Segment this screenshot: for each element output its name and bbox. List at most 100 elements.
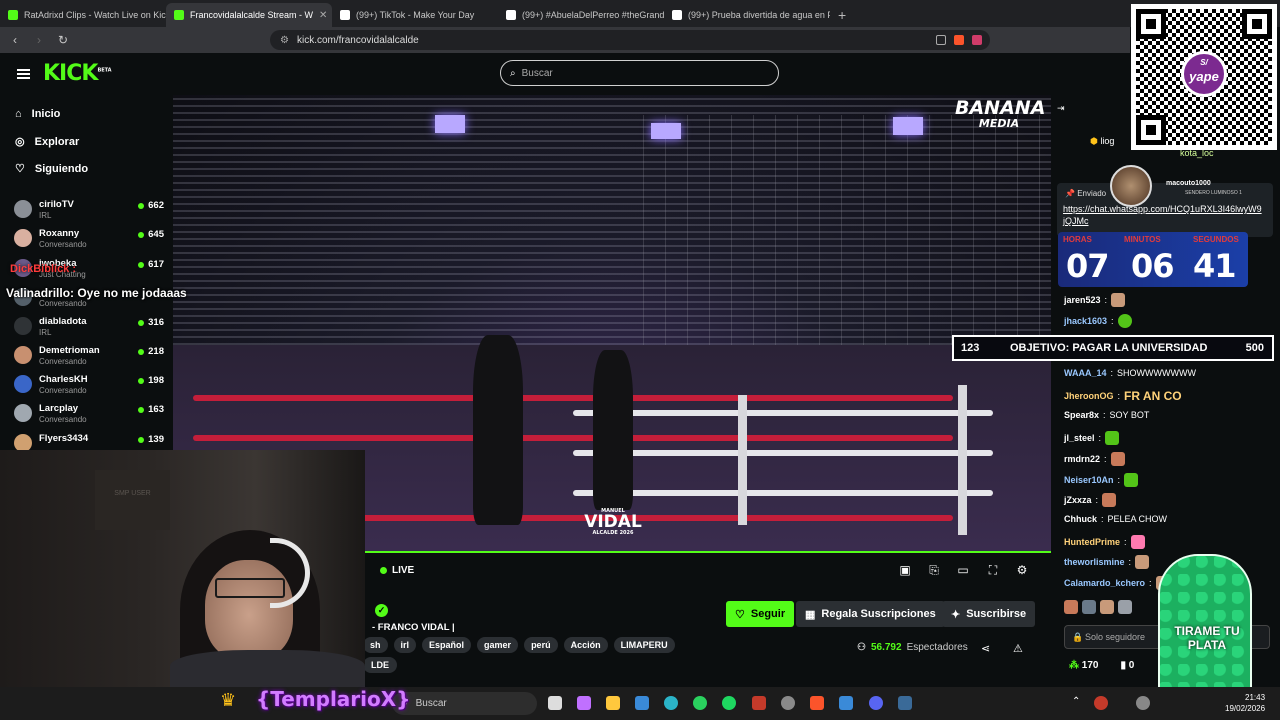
- tag[interactable]: LDE: [363, 657, 397, 673]
- taskbar-search[interactable]: ⌕ Buscar: [392, 692, 537, 715]
- file-explorer-icon[interactable]: [606, 696, 620, 710]
- settings-icon[interactable]: ⚙: [1015, 563, 1029, 577]
- follow-button[interactable]: ♡ Seguir: [726, 601, 795, 627]
- fullscreen-icon[interactable]: ⛶: [986, 563, 1000, 577]
- whatsapp-icon[interactable]: [693, 696, 707, 710]
- menu-icon[interactable]: [17, 69, 30, 79]
- app-icon[interactable]: [752, 696, 766, 710]
- screen: RatAdrixd Clips - Watch Live on Kick Fra…: [0, 0, 1280, 720]
- channel-category: Conversando: [39, 357, 87, 366]
- nav-explorar[interactable]: ◎ Explorar: [15, 135, 79, 149]
- gift-subs-button[interactable]: ▦ Regala Suscripciones: [796, 601, 945, 627]
- store-icon[interactable]: [635, 696, 649, 710]
- share-icon[interactable]: ⋖: [981, 642, 990, 655]
- qr-pattern: S/yape: [1136, 9, 1272, 145]
- badge-value: 0: [1128, 660, 1135, 671]
- viewer-count: 617: [138, 259, 164, 270]
- emote-icon[interactable]: [1100, 600, 1114, 614]
- site-info-icon[interactable]: ⚙: [280, 35, 289, 46]
- tag[interactable]: irl: [393, 637, 417, 653]
- channel-item[interactable]: Roxanny Conversando 645: [14, 226, 164, 254]
- tag[interactable]: sh: [363, 637, 388, 653]
- tag[interactable]: perú: [524, 637, 558, 653]
- pip-icon[interactable]: ▣: [898, 563, 912, 577]
- browser-tab-1[interactable]: RatAdrixd Clips - Watch Live on Kick: [0, 3, 166, 27]
- browser-tab-5[interactable]: (99+) Prueba divertida de agua en Pe: [664, 3, 830, 27]
- kick-logo[interactable]: KICKBETA: [43, 61, 112, 86]
- clip-icon[interactable]: ⎘: [927, 563, 941, 577]
- back-icon[interactable]: ‹: [8, 33, 22, 47]
- progress-bar[interactable]: [365, 551, 1051, 553]
- channel-category: Conversando: [39, 299, 87, 308]
- clock-time: 21:43: [1245, 693, 1266, 702]
- channel-item[interactable]: Larcplay Conversando 163: [14, 401, 164, 429]
- chat-username[interactable]: jl_steel: [1064, 433, 1095, 443]
- chat-username[interactable]: HuntedPrime: [1064, 537, 1120, 547]
- mic-muted-icon[interactable]: [1136, 696, 1150, 710]
- tray-chevron-icon[interactable]: ⌃: [1072, 696, 1086, 710]
- chat-username[interactable]: Neiser10An: [1064, 475, 1114, 485]
- browser-tab-2[interactable]: Francovidalalcalde Stream - W ✕: [166, 3, 332, 27]
- chat-username[interactable]: JheroonOG: [1064, 391, 1114, 401]
- ring-rope: [193, 435, 953, 441]
- emote-icon[interactable]: [1082, 600, 1096, 614]
- notepad-icon[interactable]: [839, 696, 853, 710]
- close-tab-icon[interactable]: ✕: [319, 10, 327, 21]
- channel-item[interactable]: Demetrioman Conversando 218: [14, 343, 164, 371]
- ring-post: [958, 385, 967, 535]
- forward-icon[interactable]: ›: [32, 33, 46, 47]
- collapse-chat-icon[interactable]: ⇥: [1057, 103, 1065, 114]
- emote-icon[interactable]: [1118, 600, 1132, 614]
- nav-siguiendo[interactable]: ♡ Siguiendo: [15, 162, 88, 176]
- system-clock[interactable]: 21:43 19/02/2026: [1225, 692, 1265, 714]
- tag[interactable]: Español: [422, 637, 472, 653]
- heart-icon: ♡: [735, 608, 745, 621]
- browser-tab-4[interactable]: (99+) #AbuelaDelPerreo #theGrandm: [498, 3, 664, 27]
- tag[interactable]: Acción: [563, 637, 608, 653]
- steam-icon[interactable]: [898, 696, 912, 710]
- channel-item[interactable]: diabladota IRL 316: [14, 314, 164, 342]
- copilot-icon[interactable]: [577, 696, 591, 710]
- chat-username[interactable]: jhack1603: [1064, 316, 1107, 326]
- chat-message: HuntedPrime:: [1064, 535, 1145, 549]
- stream-title: - FRANCO VIDAL |: [372, 622, 455, 633]
- subscribe-button[interactable]: ✦ Suscribirse: [942, 601, 1036, 627]
- nav-inicio[interactable]: ⌂ Inicio: [15, 108, 60, 120]
- tag[interactable]: gamer: [477, 637, 519, 653]
- report-icon[interactable]: ⚠: [1013, 642, 1023, 655]
- chat-username[interactable]: Spear8x: [1064, 410, 1099, 420]
- spotify-icon[interactable]: [722, 696, 736, 710]
- address-bar[interactable]: ⚙ kick.com/francovidalalcalde: [270, 30, 990, 50]
- rewards-icon[interactable]: [972, 35, 982, 45]
- chat-username[interactable]: rmdrn22: [1064, 454, 1100, 464]
- tag[interactable]: LIMAPERU: [613, 637, 675, 653]
- badge-count[interactable]: ▮ 0: [1120, 660, 1134, 671]
- search-input[interactable]: ⌕ Buscar: [500, 60, 779, 86]
- chat-username[interactable]: WAAA_14: [1064, 368, 1107, 378]
- chat-username[interactable]: jZxxza: [1064, 495, 1092, 505]
- steam-alt-icon[interactable]: [781, 696, 795, 710]
- network-icon[interactable]: [1094, 696, 1108, 710]
- emote-strip: [1064, 600, 1132, 614]
- browser-tab-3[interactable]: (99+) TikTok - Make Your Day: [332, 3, 498, 27]
- edge-icon[interactable]: [664, 696, 678, 710]
- brave-shield-icon[interactable]: [954, 35, 964, 45]
- channel-item[interactable]: ciriloTV IRL 662: [14, 197, 164, 225]
- compass-icon: ◎: [15, 136, 25, 148]
- nav-label: Inicio: [31, 108, 61, 120]
- chat-username[interactable]: theworlismine: [1064, 557, 1125, 567]
- chat-username[interactable]: jaren523: [1064, 295, 1101, 305]
- task-view-icon[interactable]: [548, 696, 562, 710]
- theater-icon[interactable]: ▭: [956, 563, 970, 577]
- chat-username[interactable]: Calamardo_kchero: [1064, 578, 1145, 588]
- discord-icon[interactable]: [869, 696, 883, 710]
- chat-message: jl_steel:: [1064, 431, 1120, 445]
- chat-username[interactable]: Chhuck: [1064, 514, 1097, 524]
- brave-icon[interactable]: [810, 696, 824, 710]
- reload-icon[interactable]: ↻: [56, 33, 70, 47]
- share-icon[interactable]: [936, 35, 946, 45]
- channel-item[interactable]: CharlesKH Conversando 198: [14, 372, 164, 400]
- points-display[interactable]: ⁂ 170: [1069, 660, 1098, 671]
- new-tab-button[interactable]: +: [830, 3, 854, 27]
- emote-icon[interactable]: [1064, 600, 1078, 614]
